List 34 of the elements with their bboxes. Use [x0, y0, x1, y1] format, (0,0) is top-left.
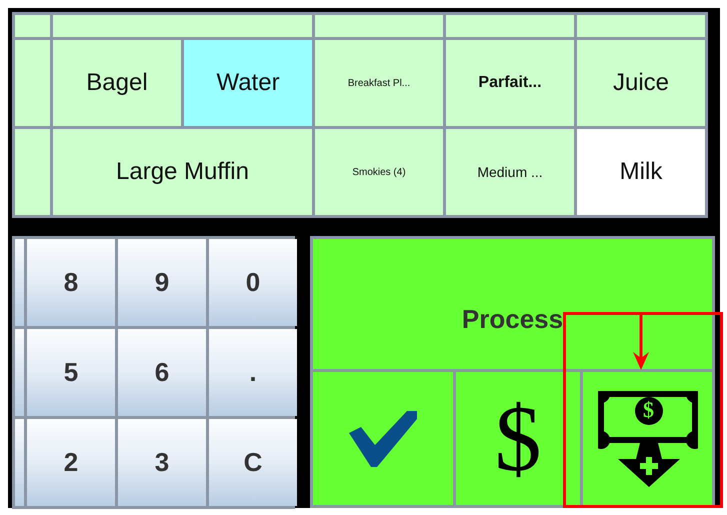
keypad-key[interactable]: 5 [27, 329, 115, 416]
process-button[interactable]: Process [313, 239, 712, 369]
menu-item-button[interactable]: Parfait... [446, 40, 574, 126]
cash-drop-button[interactable]: $ [583, 372, 712, 505]
menu-item-button[interactable]: Large Muffin [53, 129, 312, 215]
menu-tile[interactable] [577, 15, 705, 37]
menu-item-button[interactable]: Breakfast Pl... [315, 40, 443, 126]
menu-item-button[interactable]: Water [184, 40, 312, 126]
keypad-key[interactable]: 2 [27, 419, 115, 506]
keypad-key[interactable]: 3 [118, 419, 206, 506]
menu-item-button[interactable]: Bagel [53, 40, 181, 126]
menu-tile[interactable] [15, 40, 50, 126]
checkmark-icon [349, 410, 417, 466]
keypad-key[interactable] [15, 419, 24, 506]
annotation-arrow [631, 312, 651, 370]
keypad-key[interactable]: 0 [209, 239, 297, 326]
menu-item-button[interactable]: Milk [577, 129, 705, 215]
keypad-key[interactable] [15, 329, 24, 416]
menu-tile[interactable] [53, 15, 312, 37]
menu-tile[interactable] [315, 15, 443, 37]
menu-tile[interactable] [15, 129, 50, 215]
confirm-button[interactable] [313, 372, 453, 505]
cash-button[interactable]: $ [456, 372, 580, 505]
menu-tile[interactable] [15, 15, 50, 37]
menu-item-button[interactable]: Smokies (4) [315, 129, 443, 215]
keypad-key[interactable]: . [209, 329, 297, 416]
keypad-key[interactable]: C [209, 419, 297, 506]
keypad-key[interactable] [15, 239, 24, 326]
menu-tile[interactable] [446, 15, 574, 37]
keypad-key[interactable]: 9 [118, 239, 206, 326]
menu-item-button[interactable]: Juice [577, 40, 705, 126]
keypad-key[interactable]: 6 [118, 329, 206, 416]
menu-item-button[interactable]: Medium ... [446, 129, 574, 215]
keypad-key[interactable]: 8 [27, 239, 115, 326]
